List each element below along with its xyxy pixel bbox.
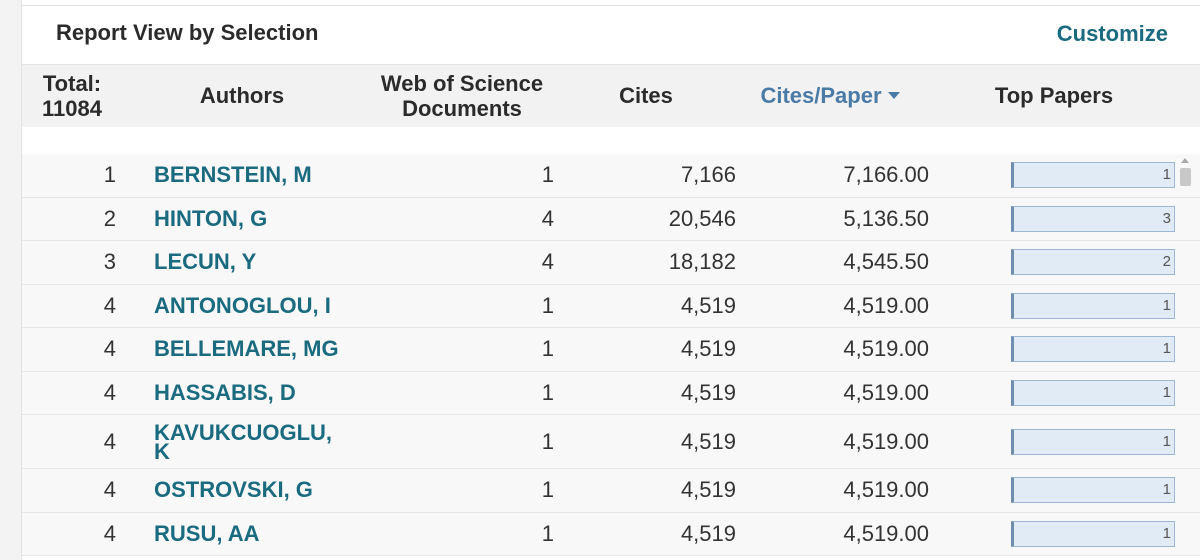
total-header: Total: 11084 bbox=[34, 71, 110, 121]
wos-documents-column-header: Web of Science Documents bbox=[362, 71, 562, 121]
top-papers-column-header: Top Papers bbox=[994, 83, 1114, 108]
documents-cell: 1 bbox=[541, 336, 554, 362]
documents-cell: 1 bbox=[541, 162, 554, 188]
table-scrollbar[interactable] bbox=[1178, 154, 1192, 560]
cites-per-paper-cell: 4,519.00 bbox=[843, 428, 929, 454]
wos-header-line-2: Documents bbox=[402, 96, 522, 121]
author-link[interactable]: LECUN, Y bbox=[154, 249, 354, 275]
total-label: Total: bbox=[42, 71, 102, 96]
documents-cell: 1 bbox=[541, 520, 554, 546]
rank-cell: 1 bbox=[103, 162, 116, 188]
cites-per-paper-cell: 4,519.00 bbox=[843, 477, 929, 503]
top-papers-count: 1 bbox=[1162, 383, 1171, 401]
cites-cell: 4,519 bbox=[680, 428, 736, 454]
rank-cell: 4 bbox=[103, 379, 116, 405]
table-row: 4 OSTROVSKI, G 1 4,519 4,519.00 1 bbox=[22, 469, 1200, 513]
wos-header-line-1: Web of Science bbox=[380, 71, 544, 96]
cites-per-paper-label: Cites/Paper bbox=[760, 83, 882, 108]
documents-cell: 4 bbox=[541, 249, 554, 275]
rank-cell: 4 bbox=[103, 336, 116, 362]
author-link[interactable]: BELLEMARE, MG bbox=[154, 336, 354, 362]
documents-cell: 1 bbox=[541, 292, 554, 318]
cites-cell: 18,182 bbox=[668, 249, 736, 275]
table-row: 1 BERNSTEIN, M 1 7,166 7,166.00 1 bbox=[22, 154, 1200, 198]
author-link[interactable]: KAVUKCUOGLU, K bbox=[154, 421, 344, 462]
cites-column-header: Cites bbox=[619, 83, 673, 108]
author-link[interactable]: BERNSTEIN, M bbox=[154, 162, 354, 188]
rank-cell: 3 bbox=[103, 249, 116, 275]
scroll-up-arrow-icon[interactable] bbox=[1181, 158, 1189, 163]
cites-cell: 4,519 bbox=[680, 520, 736, 546]
cites-cell: 4,519 bbox=[680, 292, 736, 318]
cites-cell: 4,519 bbox=[680, 477, 736, 503]
cites-per-paper-cell: 4,519.00 bbox=[843, 520, 929, 546]
author-link[interactable]: RUSU, AA bbox=[154, 521, 354, 547]
table-header: Total: 11084 Authors Web of Science Docu… bbox=[22, 64, 1200, 127]
customize-link[interactable]: Customize bbox=[1057, 21, 1168, 47]
top-papers-bar[interactable]: 1 bbox=[1011, 520, 1175, 547]
top-papers-bar[interactable]: 1 bbox=[1011, 477, 1175, 504]
top-papers-bar[interactable]: 2 bbox=[1011, 249, 1175, 276]
author-link[interactable]: HASSABIS, D bbox=[154, 380, 354, 406]
documents-cell: 4 bbox=[541, 205, 554, 231]
top-papers-count: 2 bbox=[1162, 253, 1171, 271]
authors-column-header: Authors bbox=[199, 83, 285, 108]
scrollbar-thumb[interactable] bbox=[1180, 168, 1191, 186]
top-papers-bar[interactable]: 3 bbox=[1011, 205, 1175, 232]
cites-cell: 4,519 bbox=[680, 379, 736, 405]
author-link[interactable]: ANTONOGLOU, I bbox=[154, 293, 354, 319]
author-link[interactable]: OSTROVSKI, G bbox=[154, 477, 354, 503]
top-papers-count: 3 bbox=[1162, 209, 1171, 227]
table-row: 2 HINTON, G 4 20,546 5,136.50 3 bbox=[22, 197, 1200, 241]
rank-cell: 4 bbox=[103, 477, 116, 503]
cites-per-paper-cell: 4,519.00 bbox=[843, 292, 929, 318]
top-papers-count: 1 bbox=[1162, 166, 1171, 184]
table-row: 4 RUSU, AA 1 4,519 4,519.00 1 bbox=[22, 512, 1200, 556]
cites-cell: 20,546 bbox=[668, 205, 736, 231]
sort-descending-icon bbox=[887, 92, 900, 100]
cites-per-paper-cell: 5,136.50 bbox=[843, 205, 929, 231]
top-papers-count: 1 bbox=[1162, 524, 1171, 542]
author-table-body: 1 BERNSTEIN, M 1 7,166 7,166.00 1 2 HINT… bbox=[22, 154, 1200, 556]
cites-cell: 4,519 bbox=[680, 336, 736, 362]
top-papers-count: 1 bbox=[1162, 481, 1171, 499]
table-row: 3 LECUN, Y 4 18,182 4,545.50 2 bbox=[22, 241, 1200, 285]
cites-per-paper-cell: 4,545.50 bbox=[843, 249, 929, 275]
table-row: 4 KAVUKCUOGLU, K 1 4,519 4,519.00 1 bbox=[22, 415, 1200, 469]
table-row: 4 ANTONOGLOU, I 1 4,519 4,519.00 1 bbox=[22, 284, 1200, 328]
table-row: 4 BELLEMARE, MG 1 4,519 4,519.00 1 bbox=[22, 328, 1200, 372]
rank-cell: 4 bbox=[103, 428, 116, 454]
cites-per-paper-cell: 7,166.00 bbox=[843, 162, 929, 188]
documents-cell: 1 bbox=[541, 379, 554, 405]
cites-per-paper-sort-header[interactable]: Cites/Paper bbox=[750, 83, 910, 108]
rank-cell: 4 bbox=[103, 520, 116, 546]
report-title-bar: Report View by Selection Customize bbox=[22, 6, 1200, 64]
table-row: 4 HASSABIS, D 1 4,519 4,519.00 1 bbox=[22, 371, 1200, 415]
rank-cell: 2 bbox=[103, 205, 116, 231]
top-papers-count: 1 bbox=[1162, 340, 1171, 358]
left-margin-strip bbox=[0, 0, 22, 560]
cites-cell: 7,166 bbox=[680, 162, 736, 188]
top-papers-bar[interactable]: 1 bbox=[1011, 379, 1175, 406]
top-papers-bar[interactable]: 1 bbox=[1011, 292, 1175, 319]
documents-cell: 1 bbox=[541, 428, 554, 454]
total-count: 11084 bbox=[42, 96, 102, 121]
documents-cell: 1 bbox=[541, 477, 554, 503]
report-panel: Report View by Selection Customize Total… bbox=[22, 0, 1200, 560]
top-papers-bar[interactable]: 1 bbox=[1011, 336, 1175, 363]
cites-per-paper-cell: 4,519.00 bbox=[843, 336, 929, 362]
top-papers-bar[interactable]: 1 bbox=[1011, 162, 1175, 189]
top-papers-count: 1 bbox=[1162, 296, 1171, 314]
report-title: Report View by Selection bbox=[56, 20, 319, 45]
cites-per-paper-cell: 4,519.00 bbox=[843, 379, 929, 405]
author-link[interactable]: HINTON, G bbox=[154, 206, 354, 232]
rank-cell: 4 bbox=[103, 292, 116, 318]
top-papers-count: 1 bbox=[1162, 432, 1171, 450]
top-papers-bar[interactable]: 1 bbox=[1011, 428, 1175, 455]
